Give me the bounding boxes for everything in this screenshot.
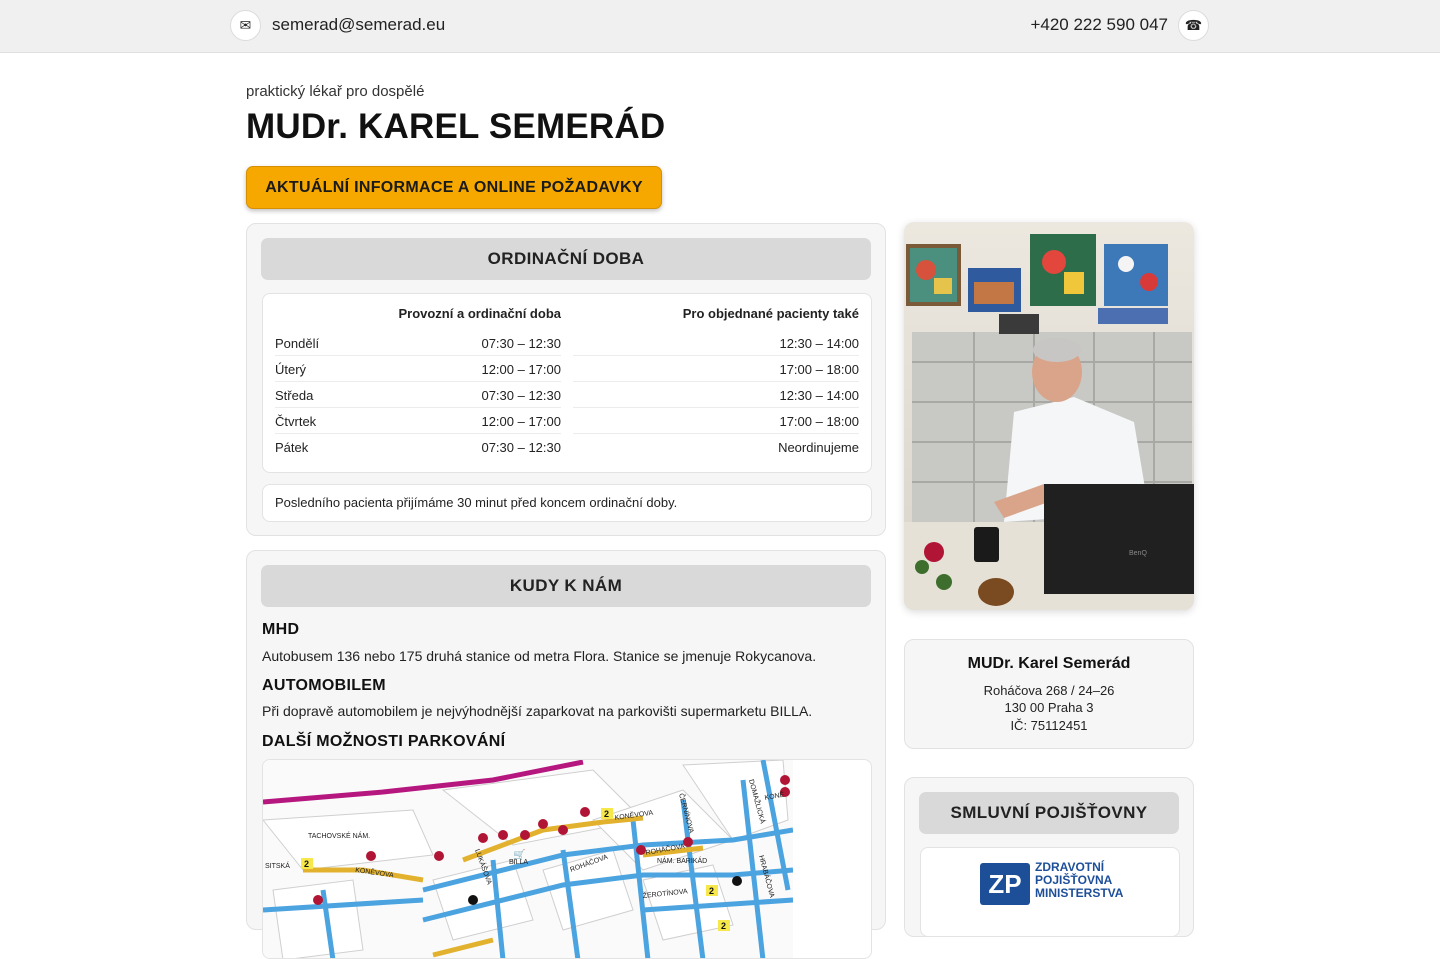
regular-hours: 07:30 – 12:30: [481, 388, 561, 403]
last-patient-note: Posledního pacienta přijímáme 30 minut p…: [262, 484, 872, 522]
doctor-photo: BenQ: [904, 222, 1194, 610]
day-label: Úterý: [275, 362, 307, 377]
regular-hours: 12:00 – 17:00: [481, 414, 561, 429]
directions-card: KUDY K NÁM MHD Autobusem 136 nebo 175 dr…: [246, 550, 886, 959]
table-row: Středa 07:30 – 12:30 12:30 – 14:00: [275, 382, 859, 408]
table-row: Pondělí 07:30 – 12:30 12:30 – 14:00: [275, 330, 859, 356]
doctor-name: MUDr. Karel Semerád: [967, 655, 1131, 672]
office-hours-card: ORDINAČNÍ DOBA Provozní a ordinační doba…: [246, 223, 886, 536]
insurer-logo[interactable]: ZP ZDRAVOTNÍ POJIŠŤOVNA MINISTERSTVA: [920, 847, 1180, 937]
regular-hours: 07:30 – 12:30: [481, 336, 561, 351]
parking-map[interactable]: 2 2 2 2 TACHOVSKÉ NÁM. SITSKÁ KONĚVOVA K…: [262, 759, 872, 959]
day-label: Středa: [275, 388, 314, 403]
monitor-brand: BenQ: [1129, 550, 1147, 557]
day-label: Čtvrtek: [275, 414, 317, 429]
phone-link[interactable]: +420 222 590 047: [1030, 15, 1168, 35]
insurers-heading: SMLUVNÍ POJIŠŤOVNY: [919, 792, 1179, 834]
table-row: Pátek 07:30 – 12:30 Neordinujeme: [275, 434, 859, 460]
phone-icon[interactable]: ☎: [1178, 10, 1209, 41]
office-hours-heading: ORDINAČNÍ DOBA: [261, 238, 871, 280]
parking-map-graphic: 2 2 2 2 TACHOVSKÉ NÁM. SITSKÁ KONĚVOVA K…: [263, 760, 794, 958]
table-row: Čtvrtek 12:00 – 17:00 17:00 – 18:00: [275, 408, 859, 434]
top-bar: ✉ semerad@semerad.eu +420 222 590 047 ☎: [0, 0, 1440, 53]
svg-text:2: 2: [721, 921, 726, 931]
office-hours-table: Provozní a ordinační doba Pro objednané …: [262, 293, 872, 473]
regular-hours: 07:30 – 12:30: [481, 440, 561, 455]
parking-title: DALŠÍ MOŽNOSTI PARKOVÁNÍ: [262, 733, 506, 750]
car-title: AUTOMOBILEM: [262, 677, 386, 694]
cart-icon: 🛒: [513, 848, 525, 861]
envelope-icon[interactable]: ✉: [230, 10, 261, 41]
appointment-hours: Neordinujeme: [778, 440, 859, 455]
appointment-hours: 17:00 – 18:00: [779, 362, 859, 377]
svg-text:2: 2: [709, 886, 714, 896]
appointment-hours: 12:30 – 14:00: [779, 336, 859, 351]
appointment-hours-column-header: Pro objednané pacienty také: [682, 306, 859, 321]
appointment-hours: 17:00 – 18:00: [779, 414, 859, 429]
address-card: MUDr. Karel Semerád Roháčova 268 / 24–26…: [904, 639, 1194, 749]
regular-hours: 12:00 – 17:00: [481, 362, 561, 377]
street-address: Roháčova 268 / 24–26: [983, 683, 1115, 698]
news-and-requests-button[interactable]: AKTUÁLNÍ INFORMACE A ONLINE POŽADAVKY: [246, 166, 662, 209]
svg-text:2: 2: [604, 809, 609, 819]
page-subtitle: praktický lékař pro dospělé: [246, 83, 425, 100]
appointment-hours: 12:30 – 14:00: [779, 388, 859, 403]
map-label: TACHOVSKÉ NÁM.: [308, 831, 370, 840]
map-label: NÁM. BARIKÁD: [657, 856, 707, 865]
zp-logo-mark: ZP: [980, 863, 1030, 905]
day-label: Pátek: [275, 440, 309, 455]
day-label: Pondělí: [275, 336, 320, 351]
svg-text:2: 2: [304, 859, 309, 869]
email-link[interactable]: semerad@semerad.eu: [272, 15, 445, 35]
insurer-name-line: MINISTERSTVA: [1035, 886, 1124, 900]
public-transport-title: MHD: [262, 621, 300, 638]
insurers-card: SMLUVNÍ POJIŠŤOVNY ZP ZDRAVOTNÍ POJIŠŤOV…: [904, 777, 1194, 937]
city-address: 130 00 Praha 3: [1004, 700, 1094, 715]
insurer-name: ZDRAVOTNÍ POJIŠŤOVNA MINISTERSTVA: [1035, 861, 1123, 900]
public-transport-text: Autobusem 136 nebo 175 druhá stanice od …: [262, 648, 817, 664]
regular-hours-column-header: Provozní a ordinační doba: [398, 306, 561, 321]
page-title: MUDr. KAREL SEMERÁD: [246, 107, 666, 146]
car-text: Při dopravě automobilem je nejvýhodnější…: [262, 703, 813, 719]
map-label: SITSKÁ: [265, 861, 290, 870]
table-row: Úterý 12:00 – 17:00 17:00 – 18:00: [275, 356, 859, 382]
directions-heading: KUDY K NÁM: [261, 565, 871, 607]
company-id: IČ: 75112451: [1010, 718, 1088, 733]
